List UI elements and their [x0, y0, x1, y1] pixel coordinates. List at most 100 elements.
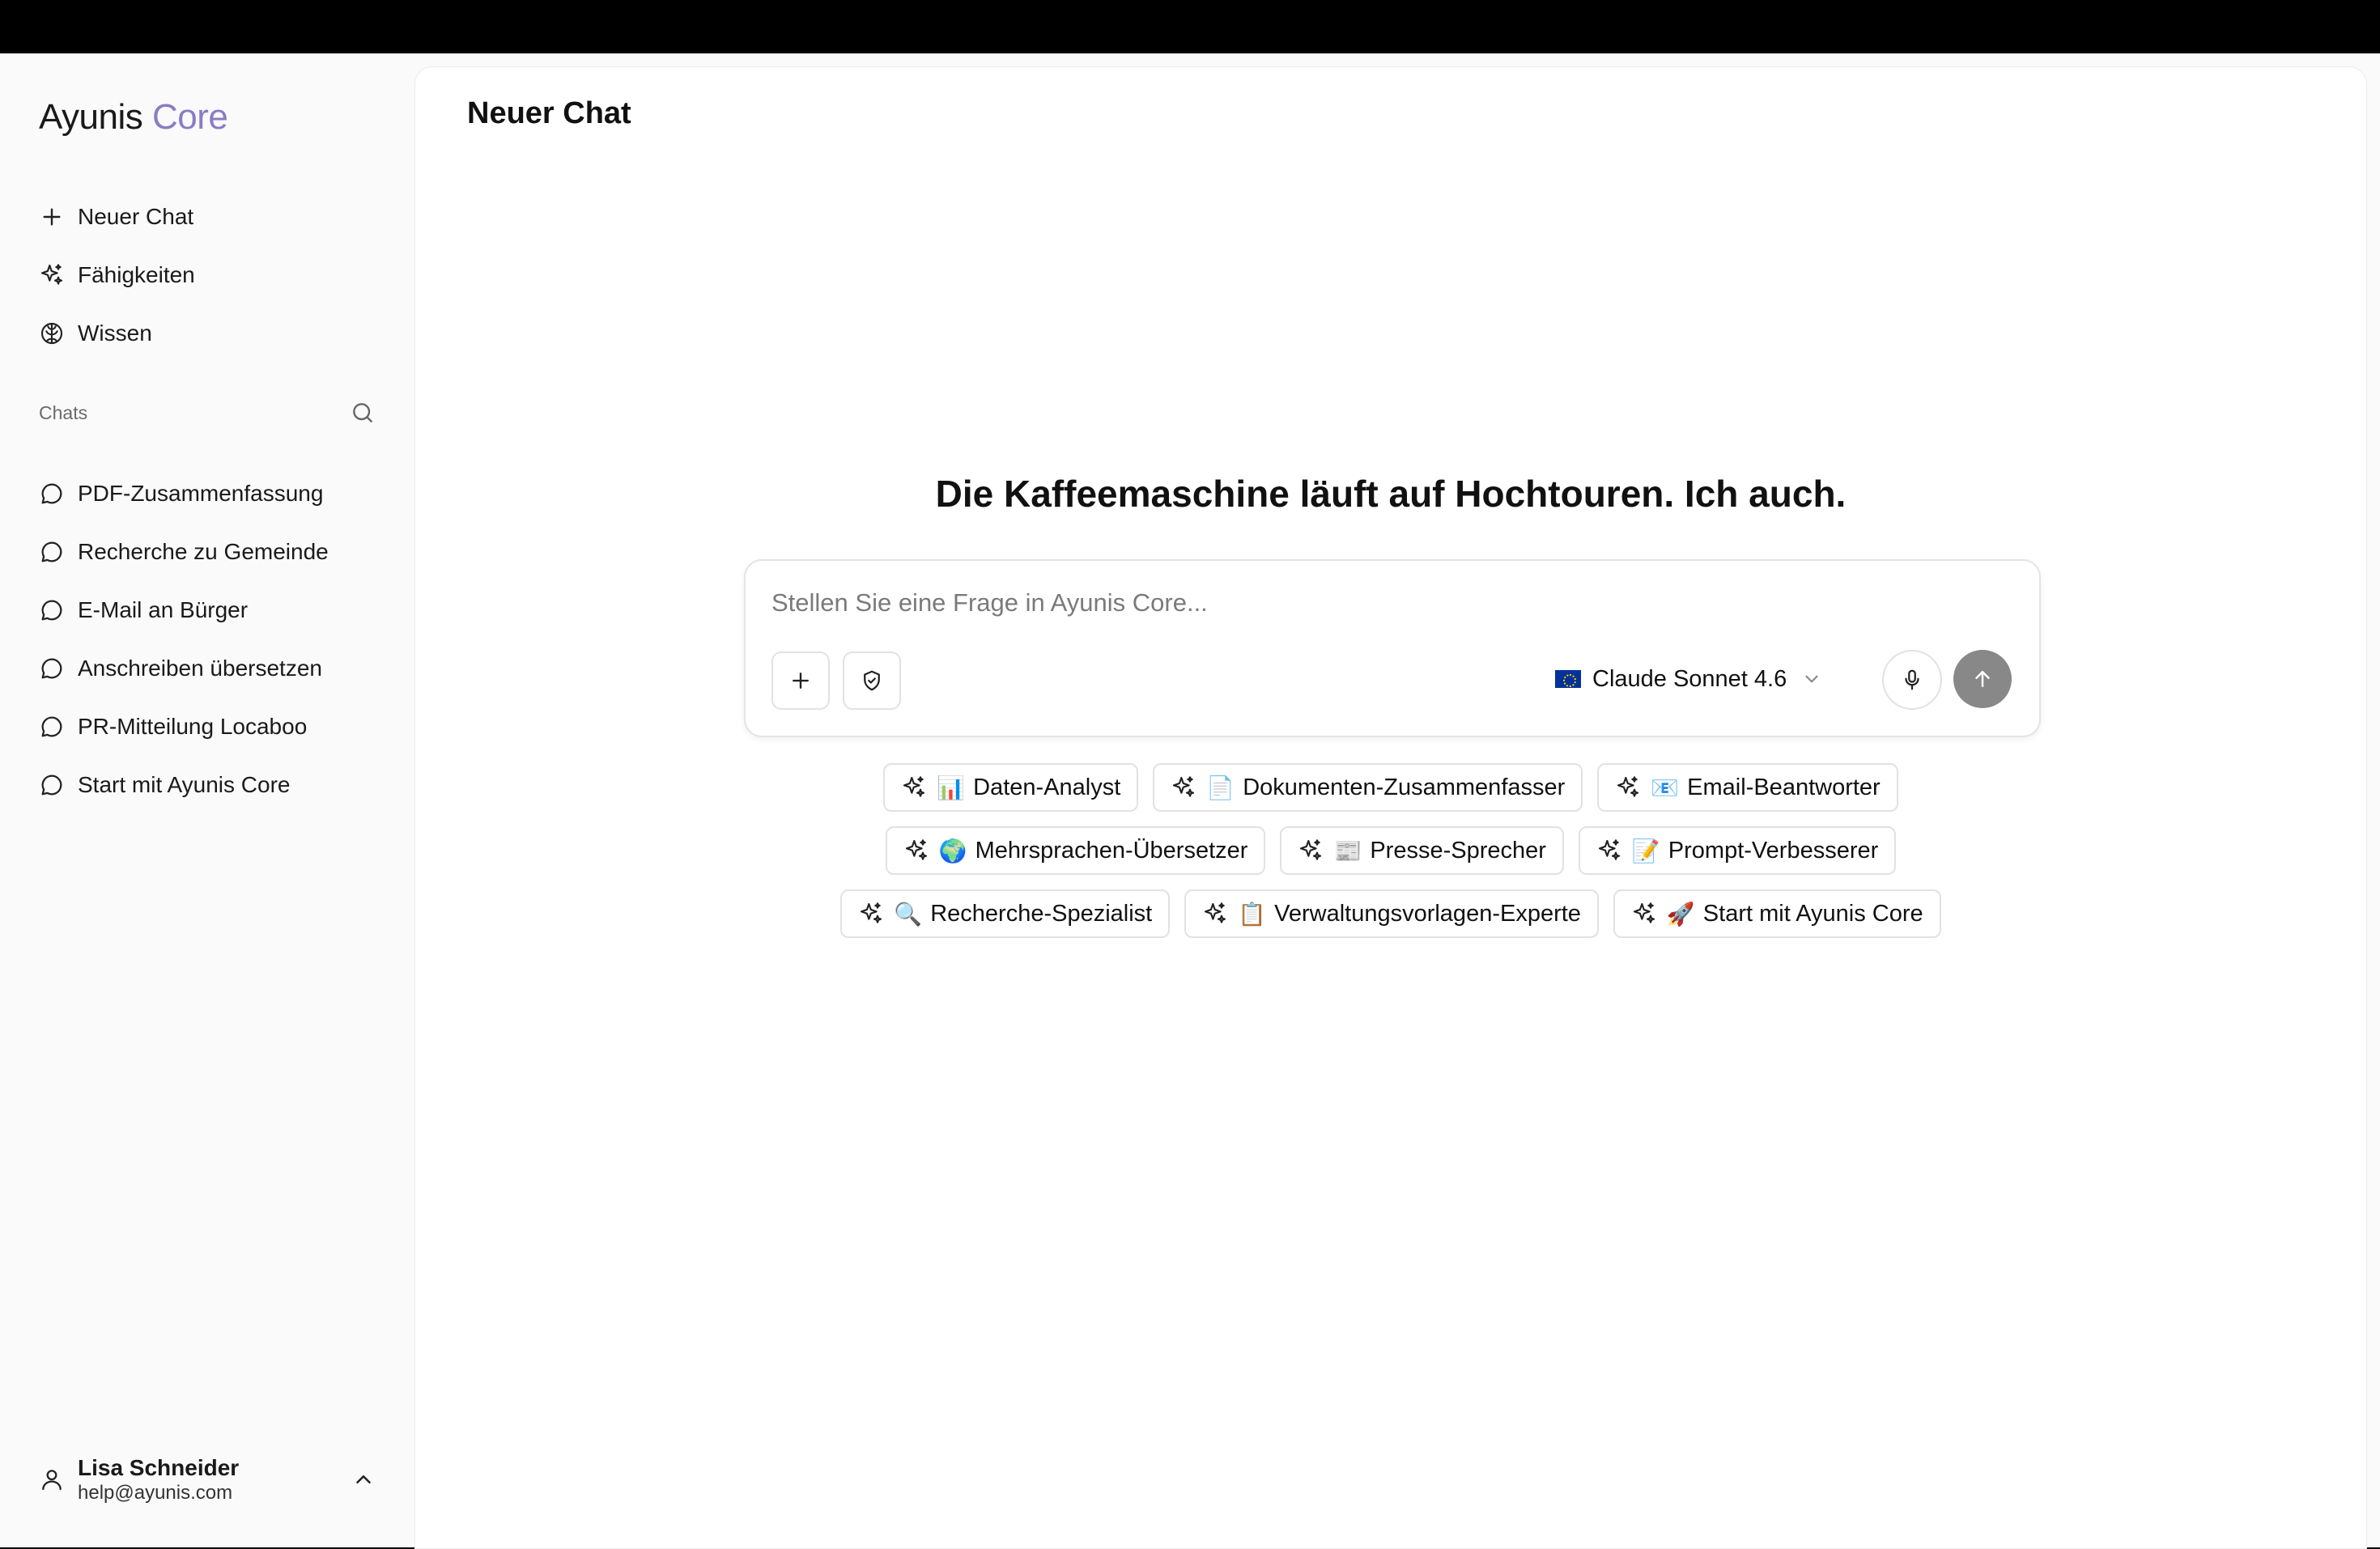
magnifier-emoji-icon: 🔍 — [894, 900, 923, 927]
nav-skills[interactable]: Fähigkeiten — [39, 246, 379, 304]
user-email: help@ayunis.com — [78, 1482, 233, 1504]
sparkles-icon — [1633, 902, 1655, 923]
newspaper-emoji-icon: 📰 — [1333, 837, 1362, 864]
sparkles-icon — [905, 839, 927, 860]
nav-knowledge-label: Wissen — [78, 320, 152, 346]
model-selector[interactable]: Claude Sonnet 4.6 — [1555, 651, 1822, 707]
microphone-icon — [1905, 669, 1919, 690]
app-window: Ayunis Core Neuer Chat Fähigkeiten Wisse… — [0, 53, 2380, 1549]
chevron-up-icon[interactable] — [351, 1467, 376, 1492]
chats-section-label: Chats — [39, 401, 88, 423]
sidebar: Ayunis Core Neuer Chat Fähigkeiten Wisse… — [0, 53, 414, 1547]
chat-history-title: Recherche zu Gemeinde — [78, 539, 329, 564]
sparkles-icon — [861, 902, 882, 923]
nav-new-chat[interactable]: Neuer Chat — [39, 188, 379, 246]
globe-emoji-icon: 🌍 — [938, 837, 967, 864]
user-icon — [42, 1470, 62, 1491]
chat-history-item[interactable]: Anschreiben übersetzen — [39, 639, 395, 698]
plus-icon — [43, 208, 61, 226]
arrow-up-icon — [1975, 671, 1990, 687]
chat-history-item[interactable]: PR-Mitteilung Locaboo — [39, 698, 395, 756]
skill-chip-start-mit-ayunis-core[interactable]: 🚀 Start mit Ayunis Core — [1613, 889, 1941, 938]
skill-chip-label: Dokumenten-Zusammenfasser — [1243, 774, 1566, 800]
shield-check-icon — [864, 670, 880, 691]
skill-chip-prompt-verbesserer[interactable]: 📝 Prompt-Verbesserer — [1578, 826, 1897, 875]
sparkles-icon — [1300, 839, 1322, 860]
message-circle-icon — [41, 600, 62, 621]
chat-history-item[interactable]: PDF-Zusammenfassung — [39, 465, 395, 523]
skill-chip-presse-sprecher[interactable]: 📰 Presse-Sprecher — [1280, 826, 1564, 875]
chat-history-title: Anschreiben übersetzen — [78, 656, 322, 681]
brand-name-secondary: Core — [152, 97, 228, 137]
skill-chip-label: Start mit Ayunis Core — [1702, 900, 1923, 927]
sparkles-icon — [1205, 902, 1226, 923]
message-circle-icon — [41, 716, 62, 737]
skill-chip-verwaltungsvorlagen-experte[interactable]: 📋 Verwaltungsvorlagen-Experte — [1184, 889, 1599, 938]
skill-chip-daten-analyst[interactable]: 📊 Daten-Analyst — [883, 763, 1139, 812]
skill-chip-mehrsprachen-uebersetzer[interactable]: 🌍 Mehrsprachen-Übersetzer — [885, 826, 1266, 875]
voice-input-button[interactable] — [1882, 650, 1942, 710]
chat-history-title: E-Mail an Bürger — [78, 597, 249, 622]
skill-row: 🔍 Recherche-Spezialist 📋 Verwaltungsvorl… — [415, 889, 2366, 938]
chat-history-item[interactable]: E-Mail an Bürger — [39, 581, 395, 639]
user-menu[interactable]: Lisa Schneider help@ayunis.com — [39, 1450, 376, 1509]
chevron-down-icon — [1805, 675, 1818, 683]
sparkles-icon — [1173, 776, 1195, 797]
eu-flag-icon — [1555, 670, 1581, 688]
sparkles-icon — [903, 776, 925, 797]
skill-suggestions: 📊 Daten-Analyst 📄 Dokumenten-Zusammenfas… — [415, 763, 2366, 953]
skill-chip-label: Mehrsprachen-Übersetzer — [975, 837, 1248, 864]
message-circle-icon — [41, 774, 62, 796]
skill-chip-label: Verwaltungsvorlagen-Experte — [1274, 900, 1581, 927]
brand-logo[interactable]: Ayunis Core — [39, 97, 228, 138]
prompt-input[interactable] — [771, 588, 1986, 617]
skill-chip-recherche-spezialist[interactable]: 🔍 Recherche-Spezialist — [840, 889, 1171, 938]
skill-chip-label: Recherche-Spezialist — [930, 900, 1153, 927]
document-emoji-icon: 📄 — [1206, 774, 1235, 801]
chats-header: Chats — [39, 393, 376, 432]
memo-emoji-icon: 📝 — [1631, 837, 1660, 864]
skill-chip-label: Presse-Sprecher — [1370, 837, 1546, 864]
chat-history-item[interactable]: Recherche zu Gemeinde — [39, 523, 395, 581]
chat-composer: Claude Sonnet 4.6 — [744, 559, 2041, 737]
chat-history-item[interactable]: Start mit Ayunis Core — [39, 756, 395, 814]
user-info: Lisa Schneider help@ayunis.com — [78, 1454, 351, 1504]
brain-icon — [40, 322, 63, 345]
brand-name-primary: Ayunis — [39, 97, 143, 137]
user-name: Lisa Schneider — [78, 1455, 240, 1480]
page-title: Neuer Chat — [467, 96, 631, 130]
skill-chip-label: Prompt-Verbesserer — [1668, 837, 1879, 864]
skill-chip-email-beantworter[interactable]: 📧 Email-Beantworter — [1597, 763, 1898, 812]
main-nav: Neuer Chat Fähigkeiten Wissen — [39, 188, 379, 363]
welcome-headline: Die Kaffeemaschine läuft auf Hochtouren.… — [935, 473, 1847, 515]
sparkles-icon — [1617, 776, 1639, 797]
chat-history-title: PDF-Zusammenfassung — [78, 481, 324, 506]
nav-new-chat-label: Neuer Chat — [78, 204, 194, 229]
nav-knowledge[interactable]: Wissen — [39, 304, 379, 363]
skill-row: 🌍 Mehrsprachen-Übersetzer 📰 Presse-Sprec… — [415, 826, 2366, 875]
chat-history-list: PDF-Zusammenfassung Recherche zu Gemeind… — [39, 465, 395, 814]
message-circle-icon — [41, 658, 62, 679]
top-bar — [0, 0, 2380, 53]
rocket-emoji-icon: 🚀 — [1666, 900, 1695, 927]
chat-history-title: Start mit Ayunis Core — [78, 772, 291, 797]
chat-history-title: PR-Mitteilung Locaboo — [78, 714, 308, 739]
sparkles-icon — [40, 264, 63, 285]
search-icon[interactable] — [350, 400, 376, 426]
clipboard-emoji-icon: 📋 — [1238, 900, 1267, 927]
plus-icon — [793, 673, 809, 689]
skill-chip-label: Email-Beantworter — [1687, 774, 1881, 800]
message-circle-icon — [41, 483, 62, 504]
model-name: Claude Sonnet 4.6 — [1592, 665, 1787, 692]
main-panel: Neuer Chat Die Kaffeemaschine läuft auf … — [414, 66, 2367, 1549]
skill-chip-dokumenten-zusammenfasser[interactable]: 📄 Dokumenten-Zusammenfasser — [1153, 763, 1583, 812]
anonymize-toggle-button[interactable] — [843, 651, 901, 710]
send-button[interactable] — [1953, 650, 2012, 708]
sparkles-icon — [1598, 839, 1620, 860]
add-attachment-button[interactable] — [771, 651, 830, 710]
skill-chip-label: Daten-Analyst — [973, 774, 1121, 800]
bar-chart-emoji-icon: 📊 — [937, 774, 966, 801]
skill-row: 📊 Daten-Analyst 📄 Dokumenten-Zusammenfas… — [415, 763, 2366, 812]
email-emoji-icon: 📧 — [1651, 774, 1680, 801]
message-circle-icon — [41, 541, 62, 562]
